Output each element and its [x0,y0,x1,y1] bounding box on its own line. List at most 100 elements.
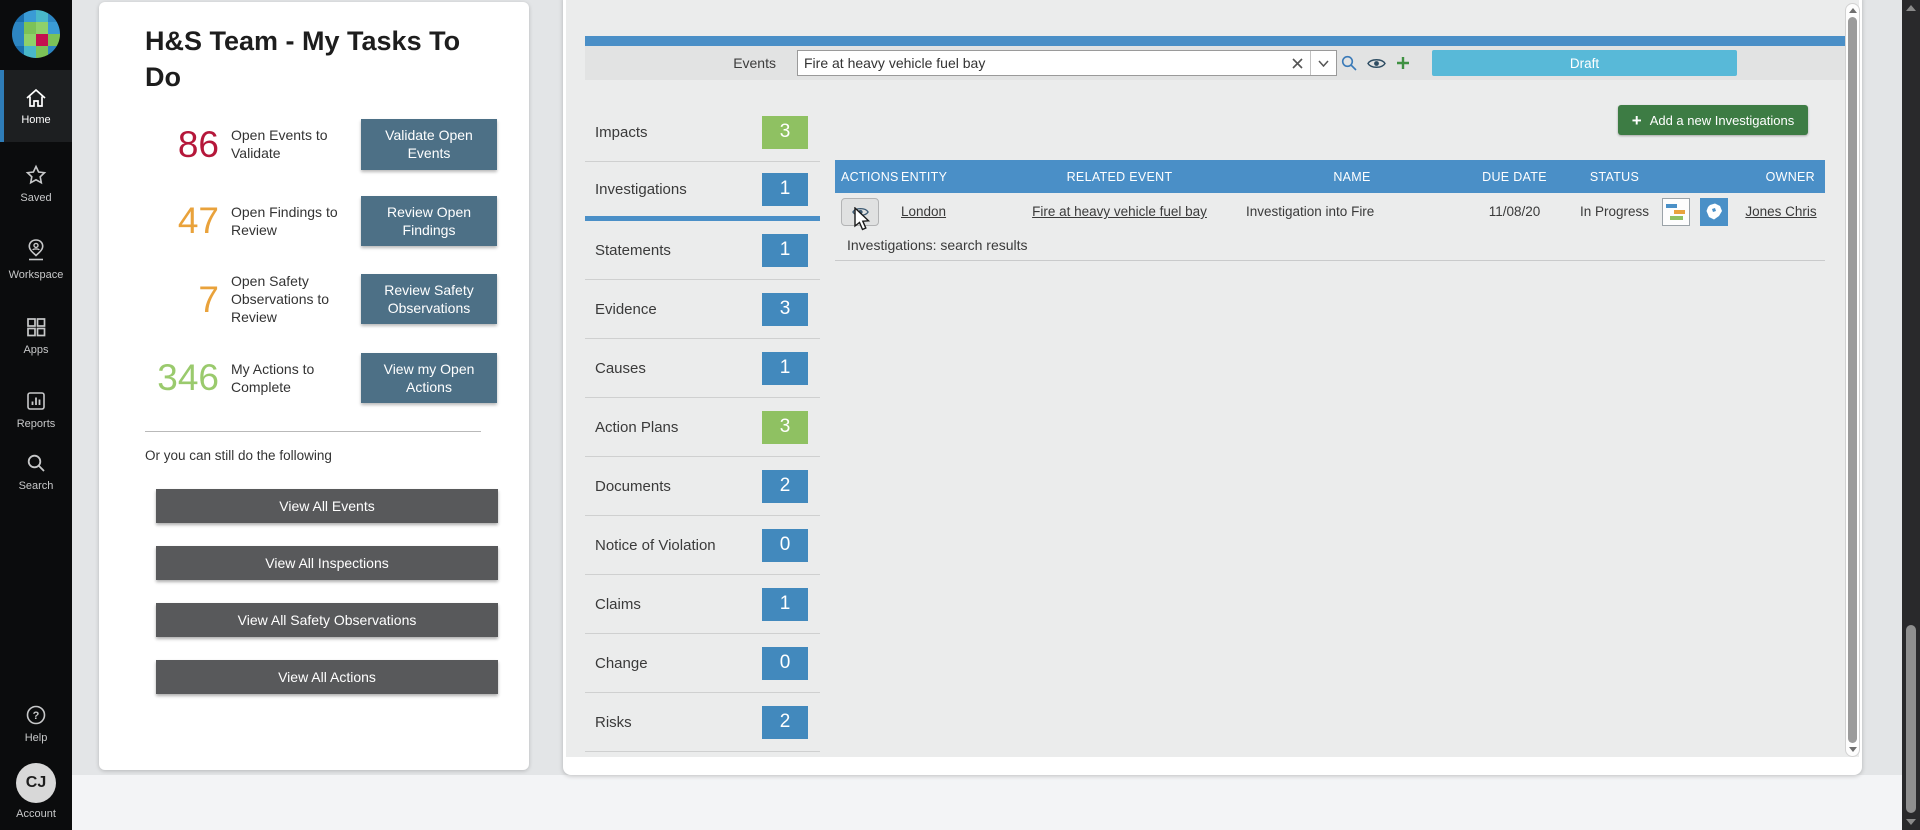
count-badge: 0 [762,528,808,562]
page-title: H&S Team - My Tasks To Do [145,26,461,92]
owner-link[interactable]: Jones Chris [1745,204,1816,219]
view-record-eye-icon[interactable] [841,197,879,226]
sidebar-item-reports[interactable]: Reports [0,376,72,442]
entity-link[interactable]: London [901,204,946,219]
clear-icon[interactable] [1284,51,1310,75]
subnav-item-evidence[interactable]: Evidence 3 [585,280,820,339]
open-findings-count: 47 [177,200,219,242]
stat-row-open-findings: 47 Open Findings to Review Review Open F… [131,195,497,246]
open-findings-label: Open Findings to Review [231,203,338,238]
view-all-actions-button[interactable]: View All Actions [156,659,498,694]
add-new-investigations-button[interactable]: + Add a new Investigations [1618,105,1808,135]
add-button-label: Add a new Investigations [1649,112,1795,128]
subnav-label: Causes [595,359,646,377]
subnav-item-statements[interactable]: Statements 1 [585,221,820,280]
subnav-item-investigations[interactable]: Investigations 1 [585,162,820,221]
subnav-item-action-plans[interactable]: Action Plans 3 [585,398,820,457]
subnav-label: Action Plans [595,418,679,436]
count-badge: 1 [762,172,808,206]
scroll-down-arrow-icon[interactable] [1849,747,1857,752]
panel-scrollbar-thumb[interactable] [1848,17,1857,743]
view-my-open-actions-button[interactable]: View my Open Actions [361,352,497,403]
view-all-safety-observations-button[interactable]: View All Safety Observations [156,602,498,637]
review-open-findings-button[interactable]: Review Open Findings [361,195,497,246]
row-icons-cell [1662,197,1737,226]
related-event-link[interactable]: Fire at heavy vehicle fuel bay [1032,204,1207,219]
sidebar-item-saved[interactable]: Saved [0,150,72,216]
or-text: Or you can still do the following [145,447,332,463]
subnav-label: Notice of Violation [595,536,716,554]
validate-open-events-button[interactable]: Validate Open Events [361,119,497,170]
sidebar-item-label: Account [16,807,56,820]
sidebar: Home Saved Workspace Apps Reports Search… [0,0,72,830]
sidebar-item-label: Reports [16,417,56,430]
row-owner-cell: Jones Chris [1737,204,1825,219]
subnav-item-impacts[interactable]: Impacts 3 [585,103,820,162]
chevron-down-icon[interactable] [1310,51,1336,75]
map-pin-icon [24,238,48,264]
scroll-down-arrow-icon[interactable] [1906,819,1916,825]
status-badge[interactable]: Draft [1432,50,1737,76]
sidebar-item-apps[interactable]: Apps [0,302,72,368]
event-select-input[interactable] [797,50,1337,76]
scroll-up-arrow-icon[interactable] [1906,5,1916,11]
browser-scrollbar-thumb[interactable] [1906,625,1916,813]
header-status: STATUS [1589,169,1640,184]
scroll-up-arrow-icon[interactable] [1849,8,1857,13]
review-safety-observations-button[interactable]: Review Safety Observations [361,274,497,325]
subnav-label: Claims [595,595,641,613]
row-entity-cell: London [897,204,997,219]
open-events-label: Open Events to Validate [231,127,328,162]
header-due-date: DUE DATE [1482,169,1547,184]
sidebar-item-workspace[interactable]: Workspace [0,226,72,292]
safety-observations-count: 7 [198,278,219,320]
investigations-table: ACTIONS ENTITY RELATED EVENT NAME DUE DA… [835,160,1825,261]
subnav-item-causes[interactable]: Causes 1 [585,339,820,398]
sidebar-item-label: Workspace [8,268,64,281]
browser-scrollbar[interactable] [1902,0,1920,830]
count-badge: 2 [762,705,808,739]
grid-icon [24,315,48,339]
view-eye-icon[interactable] [1366,52,1386,74]
svg-text:?: ? [33,710,40,722]
header-actions: ACTIONS [841,169,899,184]
sidebar-item-label: Saved [20,191,52,204]
sidebar-item-search[interactable]: Search [0,438,72,504]
count-badge: 1 [762,587,808,621]
event-panel: Events Draft Impacts 3 Investigations 1 [563,0,1862,775]
gantt-chart-icon[interactable] [1662,197,1690,226]
count-badge: 2 [762,469,808,503]
app-logo-icon[interactable] [12,10,60,58]
stat-row-open-events: 86 Open Events to Validate Validate Open… [131,119,497,170]
my-actions-label: My Actions to Complete [231,360,315,395]
panel-scrollbar[interactable] [1845,3,1860,757]
subnav-item-change[interactable]: Change 0 [585,634,820,693]
add-plus-icon[interactable] [1393,52,1413,74]
sidebar-item-home[interactable]: Home [0,70,72,142]
view-all-inspections-button[interactable]: View All Inspections [156,545,498,580]
plus-icon: + [1631,110,1642,130]
event-row-icons [1339,50,1413,76]
subnav-label: Change [595,654,648,672]
avatar: CJ [16,762,56,803]
panel-accent-bar [585,36,1846,46]
sidebar-item-account[interactable]: CJ Account [0,755,72,827]
row-name-cell: Investigation into Fire [1246,204,1375,219]
subnav-item-documents[interactable]: Documents 2 [585,457,820,516]
event-value-field[interactable] [798,51,1284,75]
safety-observations-label: Open Safety Observations to Review [231,273,330,326]
sidebar-item-label: Home [21,113,51,126]
help-icon: ? [24,703,48,727]
view-all-events-button[interactable]: View All Events [156,488,498,523]
row-due-date-cell: 11/08/20 [1488,204,1541,219]
subnav-item-notice-of-violation[interactable]: Notice of Violation 0 [585,516,820,575]
lookup-search-icon[interactable] [1339,52,1359,74]
subnav-item-risks[interactable]: Risks 2 [585,693,820,752]
count-badge: 3 [762,410,808,444]
sidebar-item-help[interactable]: ? Help [0,690,72,756]
stat-row-safety-observations: 7 Open Safety Observations to Review Rev… [131,272,497,327]
subnav-item-claims[interactable]: Claims 1 [585,575,820,634]
subnav-label: Statements [595,241,671,259]
map-location-icon[interactable] [1700,197,1728,226]
sidebar-item-label: Help [24,731,48,744]
